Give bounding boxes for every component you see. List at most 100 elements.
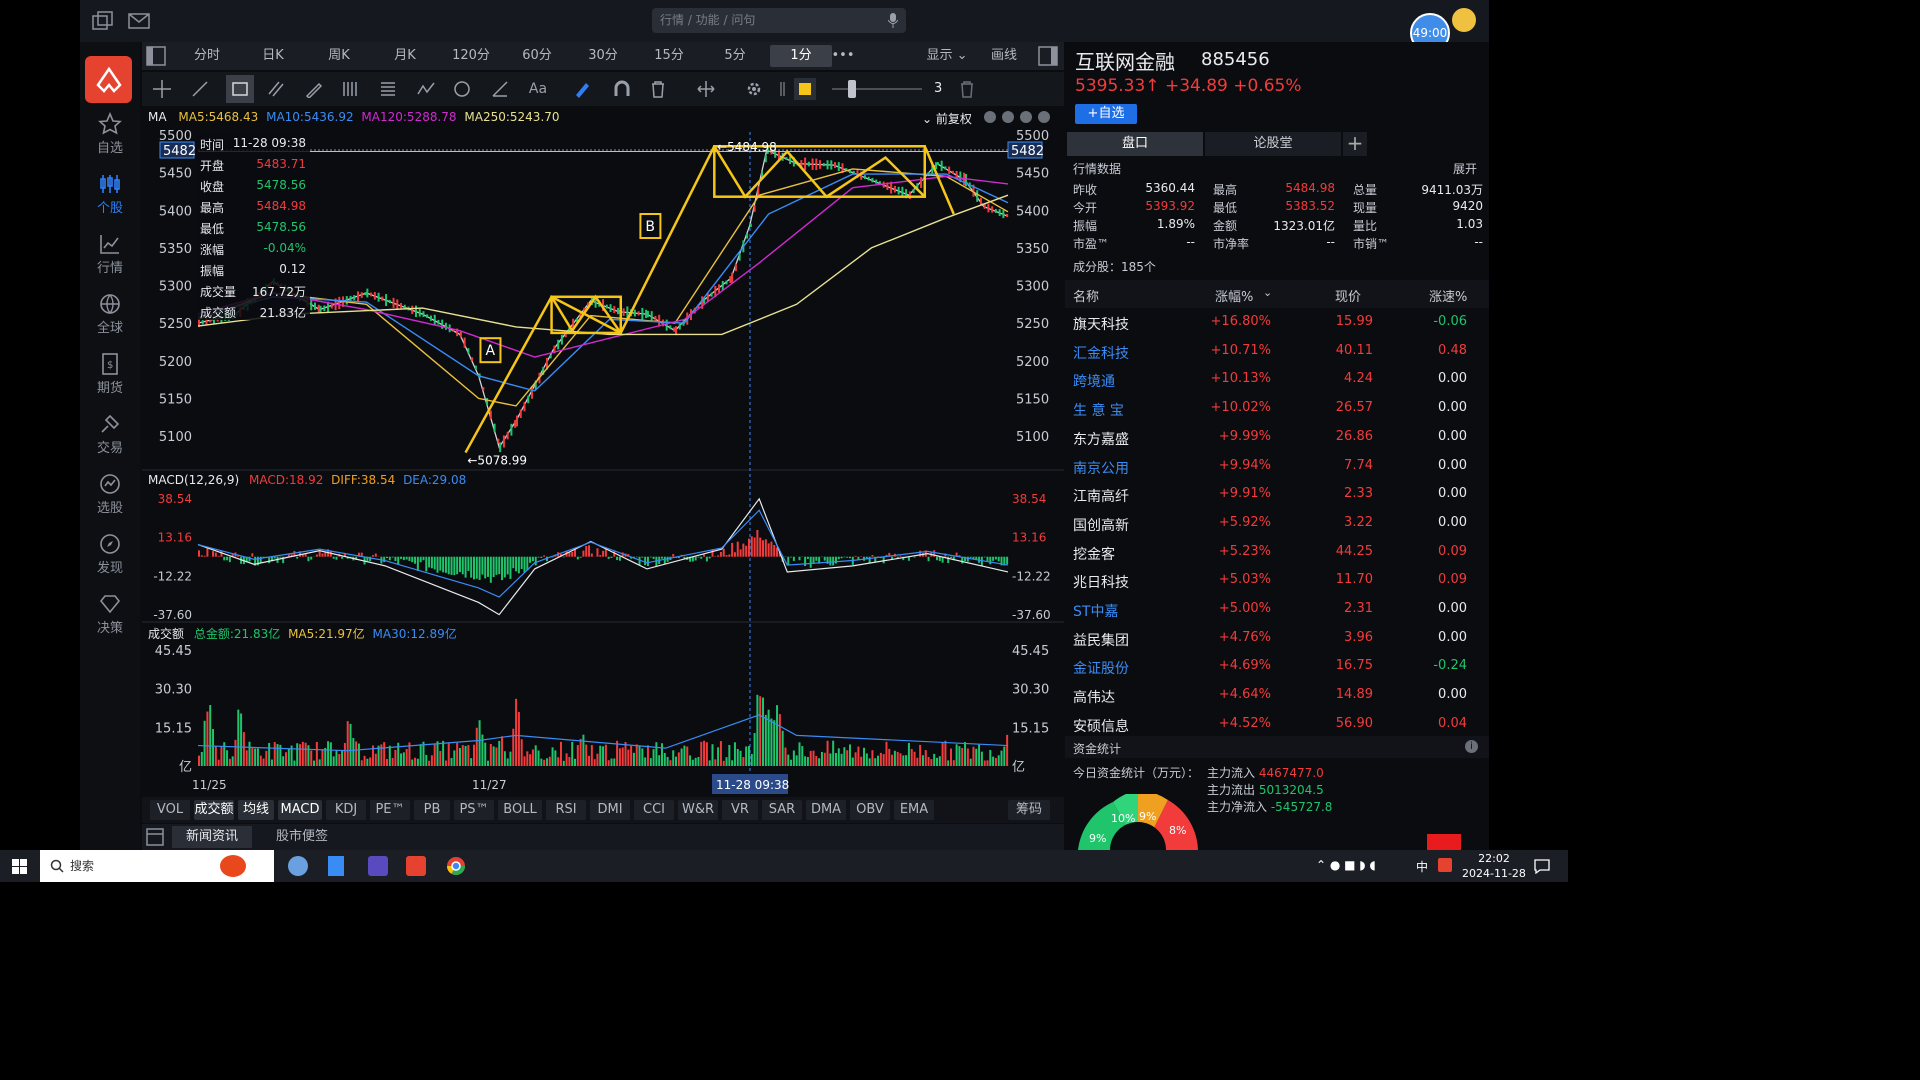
col-speed[interactable]: 涨速% [1429, 286, 1467, 305]
col-name[interactable]: 名称 [1073, 286, 1099, 305]
table-row[interactable]: 江南高纤 +9.91% 2.33 0.00 [1065, 480, 1489, 508]
segment-icon[interactable] [190, 79, 210, 99]
avatar[interactable] [1452, 8, 1476, 32]
line-style-icon[interactable] [780, 79, 786, 99]
notification-icon[interactable] [1534, 858, 1550, 874]
table-row[interactable]: 跨境通 +10.13% 4.24 0.00 [1065, 365, 1489, 393]
indicator-3[interactable]: MACD [278, 800, 322, 820]
tab-period-5[interactable]: 60分 [506, 45, 568, 67]
chip-button[interactable]: 筹码 [1008, 800, 1050, 820]
nav-item-0[interactable]: 自选 [80, 110, 140, 166]
magnet-icon[interactable] [612, 79, 632, 99]
row-name[interactable]: 兆日科技 [1073, 572, 1129, 592]
nav-item-8[interactable]: 决策 [80, 590, 140, 646]
layout-toggle-icon[interactable] [146, 46, 166, 66]
tray-icons[interactable]: ⌃ ● ■ ◗ ◖ [1316, 858, 1376, 872]
table-row[interactable]: 生 意 宝 +10.02% 26.57 0.00 [1065, 394, 1489, 422]
table-row[interactable]: 兆日科技 +5.03% 11.70 0.09 [1065, 566, 1489, 594]
add-tab-button[interactable]: + [1343, 132, 1367, 156]
table-row[interactable]: 高伟达 +4.64% 14.89 0.00 [1065, 681, 1489, 709]
sogou-icon[interactable] [1438, 858, 1452, 872]
indicator-10[interactable]: DMI [590, 800, 630, 820]
tab-period-3[interactable]: 月K [374, 45, 436, 67]
indicator-13[interactable]: VR [722, 800, 758, 820]
indicator-17[interactable]: EMA [894, 800, 934, 820]
table-row[interactable]: 国创高新 +5.92% 3.22 0.00 [1065, 509, 1489, 537]
expand-link[interactable]: 展开 [1453, 160, 1477, 177]
slider-handle[interactable] [848, 80, 856, 98]
panel-icon[interactable] [146, 828, 164, 846]
indicator-0[interactable]: VOL [150, 800, 190, 820]
table-row[interactable]: 挖金客 +5.23% 44.25 0.09 [1065, 538, 1489, 566]
tab-news[interactable]: 新闻资讯 [172, 826, 252, 848]
indicator-7[interactable]: PS™ [454, 800, 494, 820]
trash-icon[interactable] [648, 79, 668, 99]
add-watchlist-button[interactable]: +自选 [1075, 104, 1137, 124]
vertical-lines-icon[interactable] [340, 79, 360, 99]
tab-period-7[interactable]: 15分 [638, 45, 700, 67]
indicator-15[interactable]: DMA [806, 800, 846, 820]
row-name[interactable]: 挖金客 [1073, 544, 1115, 564]
stock-app-icon[interactable] [406, 856, 426, 876]
clock-time[interactable]: 22:02 [1474, 852, 1514, 865]
row-name[interactable]: 跨境通 [1073, 371, 1115, 391]
col-pct[interactable]: 涨幅% [1215, 286, 1253, 305]
tab-period-2[interactable]: 周K [308, 45, 370, 67]
table-row[interactable]: 汇金科技 +10.71% 40.11 0.48 [1065, 337, 1489, 365]
row-name[interactable]: 国创高新 [1073, 515, 1129, 535]
row-name[interactable]: 南京公用 [1073, 458, 1129, 478]
indicator-6[interactable]: PB [414, 800, 450, 820]
search-input[interactable]: 行情 / 功能 / 问句 [652, 8, 906, 33]
table-row[interactable]: ST中嘉 +5.00% 2.31 0.00 [1065, 595, 1489, 623]
indicator-12[interactable]: W&R [678, 800, 718, 820]
row-name[interactable]: 安硕信息 [1073, 716, 1129, 736]
more-button[interactable]: ••• [828, 45, 858, 67]
indicator-4[interactable]: KDJ [326, 800, 366, 820]
calculator-icon[interactable] [328, 856, 344, 876]
rectangle-tool-icon[interactable] [226, 75, 254, 103]
table-row[interactable]: 益民集团 +4.76% 3.96 0.00 [1065, 624, 1489, 652]
nav-item-7[interactable]: 发现 [80, 530, 140, 586]
nav-item-3[interactable]: 全球 [80, 290, 140, 346]
tab-period-4[interactable]: 120分 [440, 45, 502, 67]
chart-settings-icon[interactable] [1038, 111, 1050, 123]
panel-toggle-icon[interactable] [1038, 46, 1058, 66]
wave-icon[interactable] [416, 79, 436, 99]
table-row[interactable]: 旗天科技 +16.80% 15.99 -0.06 [1065, 308, 1489, 336]
tab-notes[interactable]: 股市便签 [262, 826, 342, 848]
indicator-9[interactable]: RSI [546, 800, 586, 820]
move-icon[interactable] [696, 79, 716, 99]
draw-line-button[interactable]: 画线 [984, 45, 1024, 67]
clock-date[interactable]: 2024-11-28 [1462, 867, 1526, 880]
indicator-5[interactable]: PE™ [370, 800, 410, 820]
mail-icon[interactable] [128, 13, 150, 29]
settings-gear-icon[interactable] [744, 79, 764, 99]
table-row[interactable]: 东方嘉盛 +9.99% 26.86 0.00 [1065, 423, 1489, 451]
indicator-16[interactable]: OBV [850, 800, 890, 820]
parallel-line-icon[interactable] [266, 79, 286, 99]
window-icon[interactable] [92, 11, 114, 31]
table-row[interactable]: 安硕信息 +4.52% 56.90 0.04 [1065, 710, 1489, 738]
minimize-icon[interactable] [1020, 111, 1032, 123]
indicator-2[interactable]: 均线 [238, 800, 274, 820]
ellipse-icon[interactable] [452, 79, 472, 99]
indicator-14[interactable]: SAR [762, 800, 802, 820]
kline-chart-area[interactable]: 5500 5500 5450 5450 5400 5400 5350 5350 5300 5300… [142, 106, 1064, 796]
row-name[interactable]: 东方嘉盛 [1073, 429, 1129, 449]
tab-forum[interactable]: 论股堂 [1205, 132, 1341, 156]
table-row[interactable]: 南京公用 +9.94% 7.74 0.00 [1065, 452, 1489, 480]
app-logo[interactable] [85, 56, 132, 103]
tab-period-8[interactable]: 5分 [704, 45, 766, 67]
row-name[interactable]: 益民集团 [1073, 630, 1129, 650]
fuquan-selector[interactable]: ⌄ 前复权 [922, 110, 972, 127]
row-name[interactable]: 汇金科技 [1073, 343, 1129, 363]
sort-chevron-icon[interactable]: ⌄ [1263, 286, 1272, 299]
taskbar-search[interactable]: 搜索 [40, 850, 274, 882]
color-swatch-icon[interactable] [794, 78, 816, 100]
angle-icon[interactable] [490, 79, 510, 99]
app-bird-icon[interactable] [288, 856, 308, 876]
zoom-in-icon[interactable] [1002, 111, 1014, 123]
line-width-slider[interactable] [832, 77, 922, 101]
tab-period-1[interactable]: 日K [242, 45, 304, 67]
display-menu[interactable]: 显示 ⌄ [922, 45, 972, 67]
